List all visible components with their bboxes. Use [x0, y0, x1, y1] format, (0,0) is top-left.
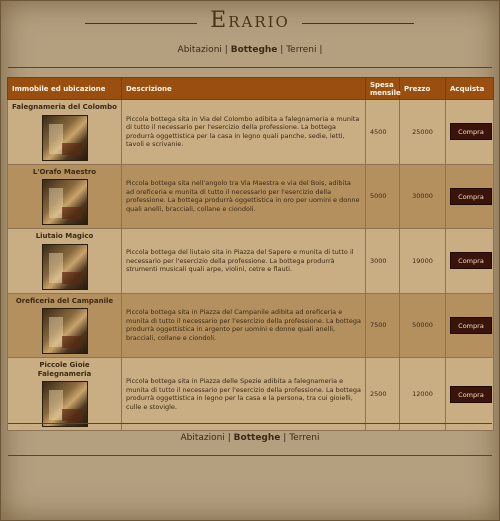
- top-nav: Abitazioni | Botteghe | Terreni |: [0, 45, 500, 55]
- header: Erario: [0, 8, 500, 42]
- nav-abitazioni[interactable]: Abitazioni: [181, 433, 225, 443]
- shop-name: Oreficeria del Campanile: [15, 296, 114, 305]
- buy-button[interactable]: Compra: [450, 187, 492, 205]
- table-row: Oreficeria del Campanile Piccola bottega…: [7, 292, 494, 358]
- shop-price: 25000: [399, 99, 446, 165]
- shop-price: 30000: [399, 163, 446, 229]
- nav-separator: |: [280, 45, 284, 55]
- shop-cell: Liutaio Magico: [7, 228, 122, 294]
- buy-button[interactable]: Compra: [450, 252, 492, 270]
- shop-description: Piccola bottega sita in Piazza del Campa…: [121, 292, 366, 358]
- shop-name: Liutaio Magico: [35, 232, 94, 240]
- buy-button[interactable]: Compra: [450, 316, 492, 334]
- nav-separator: |: [283, 433, 287, 443]
- shop-cost: 3000: [365, 228, 400, 294]
- header-name: Immobile ed ubicazione: [7, 77, 122, 100]
- table-header-row: Immobile ed ubicazione Descrizione Spesa…: [7, 77, 494, 100]
- shop-image: [41, 381, 88, 427]
- table-row: L'Orafo Maestro Piccola bottega sita nel…: [7, 163, 494, 229]
- header-price: Prezzo: [399, 77, 446, 100]
- shop-cost: 2500: [365, 357, 400, 431]
- table-row: Liutaio Magico Piccola bottega del liuta…: [7, 228, 494, 294]
- table-row: Falegnameria del Colombo Piccola bottega…: [7, 99, 494, 165]
- nav-separator: |: [227, 433, 231, 443]
- shop-name: L'Orafo Maestro: [32, 167, 97, 176]
- shops-table: Immobile ed ubicazione Descrizione Spesa…: [7, 77, 494, 431]
- shop-price: 19000: [399, 228, 446, 294]
- buy-button[interactable]: Compra: [450, 123, 492, 141]
- divider-top: [8, 67, 492, 68]
- shop-cost: 4500: [365, 99, 400, 165]
- shop-description: Piccola bottega del liutaio sita in Piaz…: [121, 228, 366, 294]
- shop-name: Piccole Gioie Falegnameria: [37, 361, 92, 378]
- page-title: Erario: [210, 8, 290, 33]
- shop-price: 12000: [399, 357, 446, 431]
- table-row: Piccole Gioie Falegnameria Piccola botte…: [7, 357, 494, 431]
- nav-terreni[interactable]: Terreni: [286, 45, 316, 55]
- nav-terreni[interactable]: Terreni: [289, 433, 319, 443]
- buy-button[interactable]: Compra: [450, 385, 492, 403]
- shop-price: 50000: [399, 292, 446, 358]
- buy-cell: Compra: [445, 99, 494, 165]
- nav-abitazioni[interactable]: Abitazioni: [178, 45, 222, 55]
- shop-description: Piccola bottega sita nell'angolo tra Via…: [121, 163, 366, 229]
- nav-separator: |: [224, 45, 228, 55]
- buy-cell: Compra: [445, 292, 494, 358]
- buy-cell: Compra: [445, 228, 494, 294]
- buy-cell: Compra: [445, 163, 494, 229]
- buy-cell: Compra: [445, 357, 494, 431]
- divider-footer: [8, 455, 492, 456]
- shop-image: [41, 308, 88, 354]
- shop-cell: Piccole Gioie Falegnameria: [7, 357, 122, 431]
- nav-botteghe[interactable]: Botteghe: [231, 45, 278, 55]
- shop-image: [41, 179, 88, 225]
- shop-description: Piccola bottega sita in Piazza delle Spe…: [121, 357, 366, 431]
- title-rule-right: [302, 23, 414, 24]
- shop-cell: Falegnameria del Colombo: [7, 99, 122, 165]
- shop-cell: Oreficeria del Campanile: [7, 292, 122, 358]
- shop-cost: 7500: [365, 292, 400, 358]
- shop-image: [41, 243, 88, 290]
- shop-name: Falegnameria del Colombo: [12, 103, 117, 111]
- shop-cost: 5000: [365, 163, 400, 229]
- nav-botteghe[interactable]: Botteghe: [234, 433, 281, 443]
- header-buy: Acquista: [445, 77, 494, 100]
- bottom-nav: Abitazioni | Botteghe | Terreni: [0, 433, 500, 443]
- divider-bottom: [8, 423, 492, 424]
- shop-cell: L'Orafo Maestro: [7, 163, 122, 229]
- header-description: Descrizione: [121, 77, 366, 100]
- header-cost: Spesa mensile: [365, 77, 401, 100]
- nav-separator: |: [319, 45, 323, 55]
- shop-description: Piccola bottega sita in Via del Colombo …: [121, 99, 366, 165]
- shop-image: [41, 114, 88, 161]
